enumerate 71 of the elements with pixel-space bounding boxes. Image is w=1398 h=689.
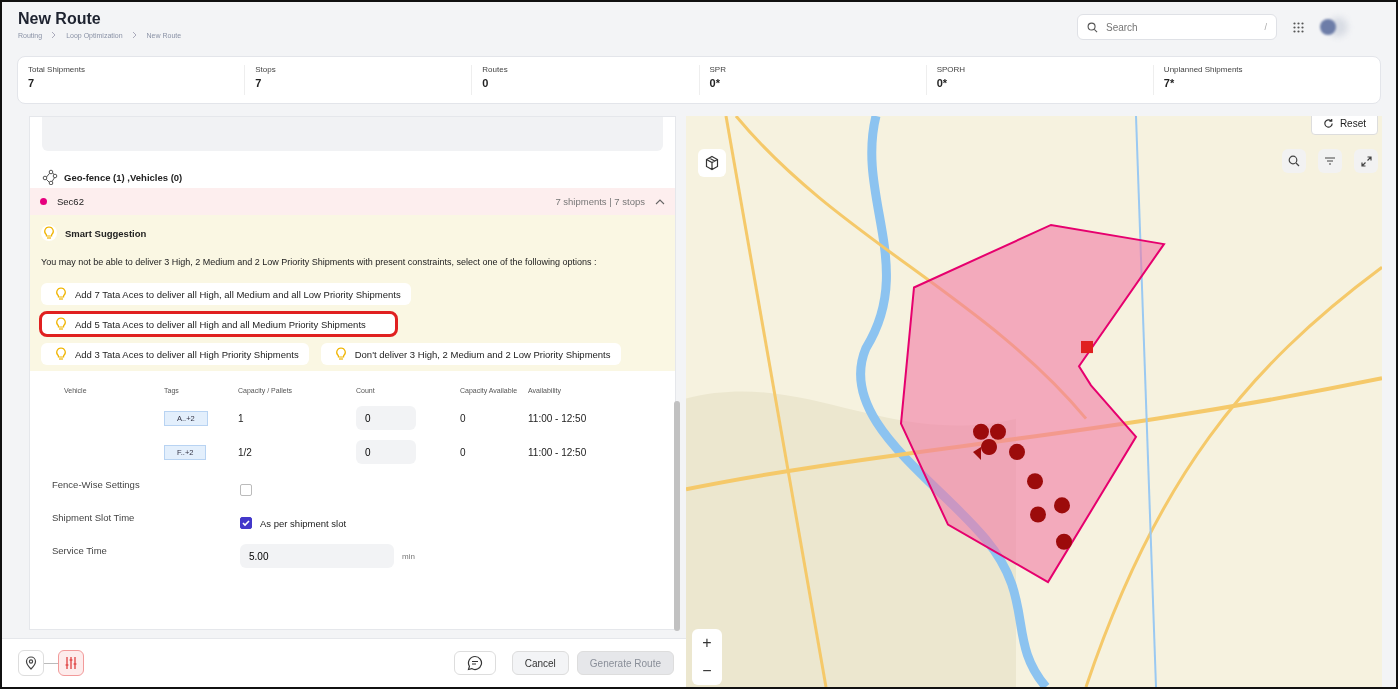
chat-button[interactable] [453,651,496,675]
zoom-in-button[interactable]: + [692,629,722,657]
setting-label: Service Time [52,545,108,558]
table-cell: 0 [460,412,466,424]
fullscreen-button[interactable] [1354,149,1378,173]
search-icon [1288,155,1300,167]
checkbox[interactable] [240,484,252,496]
scroll-thumb[interactable] [674,401,680,631]
lightbulb-icon [55,317,67,331]
sliders-icon [64,656,78,670]
stat-value: 0 [482,77,490,89]
checkbox-label: As per shipment slot [260,517,347,529]
table-cell: 11:00 - 12:50 [528,446,587,458]
suggestion-option[interactable]: Add 5 Tata Aces to deliver all High and all Medium Priority Shipments [41,313,396,335]
apps-grid-icon[interactable] [1293,21,1304,33]
suggestion-title: Smart Suggestion [65,227,147,239]
caret-icon[interactable] [655,197,665,206]
stat-value: 7* [1163,77,1176,89]
stat-value: 7 [255,77,263,89]
stat-label: Unplanned Shipments [1163,65,1244,74]
service-time-field[interactable]: 5.00 [240,544,394,568]
stat-label: Stops [255,65,277,74]
table-cell: 11:00 - 12:50 [528,412,587,424]
setting-label: Shipment Slot Time [52,512,136,525]
map-search-button[interactable] [1282,149,1306,173]
fence-row[interactable]: Sec62 7 shipments | 7 stops [30,188,675,215]
suggestion-option[interactable]: Don't deliver 3 High, 2 Medium and 2 Low Priority Shipments [320,343,621,365]
cancel-button[interactable]: Cancel [511,651,569,675]
fence-name: Sec62 [57,196,84,207]
count-field[interactable]: 0 [356,440,416,464]
chat-icon [466,655,483,671]
lightbulb-icon [334,347,347,361]
lightbulb-icon [43,226,55,240]
lightbulb-icon [55,287,67,301]
location-pin-icon [25,656,37,670]
section-title: Geo-fence (1) ,Vehicles (0) [64,171,183,183]
suggestion-option[interactable]: Add 7 Tata Aces to deliver all High, all Medium and all Low Priority Shipments [41,283,411,305]
settings-step-button[interactable] [58,650,84,676]
suggestion-option[interactable]: Add 3 Tata Aces to deliver all High Priority Shipments [41,343,309,365]
stat-label: Total Shipments [28,65,86,74]
expand-icon [1360,155,1372,167]
stat-label: Routes [482,65,509,74]
zoom-out-button[interactable]: − [692,657,722,685]
location-step-button[interactable] [18,650,44,676]
stat-label: SPORH [936,65,967,74]
stat-label: SPR [709,65,727,74]
geofence-icon [42,169,58,185]
page-title: New Route [18,10,102,28]
fence-summary: 7 shipments | 7 stops [555,196,645,207]
cube-icon [704,155,720,171]
filter-icon [1324,156,1336,166]
3d-view-button[interactable] [698,149,726,177]
setting-label: Fence-Wise Settings [52,479,141,492]
stat-value: 0* [709,77,721,89]
stat-value: 7 [28,77,36,89]
table-cell: 0 [460,446,466,458]
count-field[interactable]: 0 [356,406,416,430]
shortcut-hint: / [1264,22,1267,32]
chevron-icon [130,31,139,39]
table-cell: 1 [238,412,244,424]
suggestion-message: You may not be able to deliver 3 High, 2 Medium and 2 Low Priority Shipments with present constraints, select one of the following options : [41,256,598,269]
search-input[interactable]: Search [1104,20,1259,34]
checkbox[interactable] [240,517,252,529]
avatar[interactable] [1320,19,1336,35]
lightbulb-icon [55,347,67,361]
table-cell: 1/2 [238,446,252,458]
reset-button[interactable]: Reset [1310,116,1378,135]
unit-label: min [402,551,415,561]
stat-value: 0* [936,77,949,89]
refresh-icon [1322,117,1334,129]
search-icon [1087,21,1098,33]
